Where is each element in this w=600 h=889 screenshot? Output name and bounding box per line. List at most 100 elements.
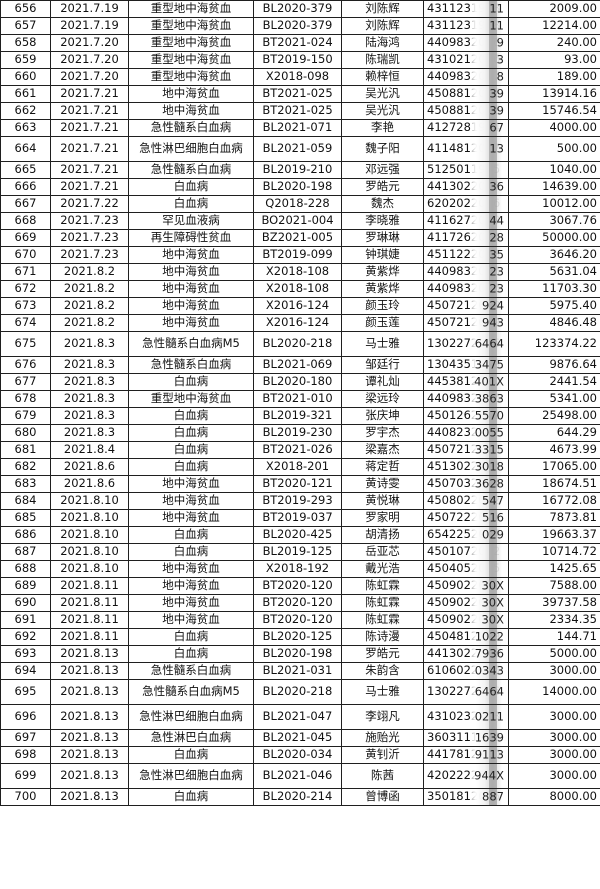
id-tail-digits: 35 xyxy=(489,247,504,262)
patient-name-cell: 蒋定哲 xyxy=(341,458,424,476)
row-number: 679 xyxy=(0,407,51,425)
row-number: 684 xyxy=(0,492,51,510)
id-number-cell: 4507212009 924 xyxy=(423,297,509,315)
row-number: 661 xyxy=(0,85,51,103)
row-number: 689 xyxy=(0,577,51,595)
diagnosis-cell: 白血病 xyxy=(128,178,254,196)
date-cell: 2021.8.11 xyxy=(50,594,129,612)
diagnosis-cell: 白血病 xyxy=(128,373,254,391)
case-code-cell: X2018-201 xyxy=(253,458,342,476)
table-body: 656 2021.7.19 重型地中海贫血 BL2020-379 刘陈辉 43112319… xyxy=(0,0,600,806)
amount-cell: 3000.00 xyxy=(508,763,600,789)
diagnosis-cell: 地中海贫血 xyxy=(128,280,254,298)
id-number-cell: 4117262012 28 xyxy=(423,229,509,247)
diagnosis-cell: 白血病 xyxy=(128,424,254,442)
diagnosis-cell: 地中海贫血 xyxy=(128,297,254,315)
case-code-cell: BL2020-379 xyxy=(253,17,342,35)
amount-cell: 3067.76 xyxy=(508,212,600,230)
patient-name-cell: 李晓雅 xyxy=(341,212,424,230)
case-code-cell: BT2021-024 xyxy=(253,34,342,52)
table-row: 671 2021.8.2 地中海贫血 X2018-108 黄紫烨 4409832016 23… xyxy=(0,263,600,281)
case-code-cell: BL2020-425 xyxy=(253,526,342,544)
date-cell: 2021.8.11 xyxy=(50,628,129,646)
row-number: 697 xyxy=(0,729,51,747)
case-code-cell: BL2020-218 xyxy=(253,331,342,357)
case-code-cell: BT2021-025 xyxy=(253,102,342,120)
amount-cell: 7588.00 xyxy=(508,577,600,595)
id-tail-digits: 029 xyxy=(482,527,504,542)
date-cell: 2021.8.13 xyxy=(50,679,129,705)
row-number: 657 xyxy=(0,17,51,35)
table-row: 667 2021.7.22 白血病 Q2018-228 魏杰 6202022016 1001… xyxy=(0,195,600,213)
id-number-cell: 4508812006 39 xyxy=(423,102,509,120)
diagnosis-cell: 重型地中海贫血 xyxy=(128,51,254,69)
patient-name-cell: 曾博函 xyxy=(341,788,424,806)
table-row: 679 2021.8.3 白血病 BL2019-321 张庆坤 4501262012 557… xyxy=(0,407,600,425)
diagnosis-cell: 急性髓系白血病M5 xyxy=(128,331,254,357)
table-row: 674 2021.8.2 地中海贫血 X2016-124 颜玉莲 4507212009 94… xyxy=(0,314,600,332)
amount-cell: 3000.00 xyxy=(508,704,600,730)
id-number-cell: 4409832016 23 xyxy=(423,280,509,298)
patient-name-cell: 黄紫烨 xyxy=(341,263,424,281)
id-number-cell: 4509022012 30X xyxy=(423,594,509,612)
amount-cell: 93.00 xyxy=(508,51,600,69)
case-code-cell: BT2021-025 xyxy=(253,85,342,103)
case-code-cell: BL2021-071 xyxy=(253,119,342,137)
case-code-cell: BL2021-045 xyxy=(253,729,342,747)
diagnosis-cell: 白血病 xyxy=(128,195,254,213)
id-number-cell: 4501262012 5570 xyxy=(423,407,509,425)
case-code-cell: BL2020-198 xyxy=(253,645,342,663)
diagnosis-cell: 急性淋巴白血病 xyxy=(128,729,254,747)
table-row: 677 2021.8.3 白血病 BL2020-180 谭礼灿 4453812010 401… xyxy=(0,373,600,391)
id-number-cell: 1304351999 3475 xyxy=(423,356,509,374)
patient-name-cell: 罗家明 xyxy=(341,509,424,527)
row-number: 682 xyxy=(0,458,51,476)
table-row: 668 2021.7.23 罕见血液病 BO2021-004 李晓雅 4116272019… xyxy=(0,212,600,230)
redaction-blur xyxy=(470,561,502,577)
amount-cell: 240.00 xyxy=(508,34,600,52)
table-row: 673 2021.8.2 地中海贫血 X2016-124 颜玉玲 4507212009 92… xyxy=(0,297,600,315)
diagnosis-cell: 急性淋巴细胞白血病 xyxy=(128,136,254,162)
case-code-cell: BL2020-180 xyxy=(253,373,342,391)
case-code-cell: BT2020-120 xyxy=(253,577,342,595)
diagnosis-cell: 罕见血液病 xyxy=(128,212,254,230)
amount-cell: 644.29 xyxy=(508,424,600,442)
amount-cell: 500.00 xyxy=(508,136,600,162)
case-code-cell: BL2019-210 xyxy=(253,161,342,179)
table-row: 665 2021.7.21 急性髓系白血病 BL2019-210 邓远强 51250119… xyxy=(0,161,600,179)
patient-name-cell: 马士雅 xyxy=(341,679,424,705)
table-row: 685 2021.8.10 地中海贫血 BT2019-037 罗家明 4507222011… xyxy=(0,509,600,527)
id-tail-digits: 1022 xyxy=(474,629,504,644)
diagnosis-cell: 急性淋巴细胞白血病 xyxy=(128,704,254,730)
id-tail-digits: 30X xyxy=(481,595,504,610)
amount-cell: 189.00 xyxy=(508,68,600,86)
amount-cell: 11703.30 xyxy=(508,280,600,298)
id-tail-digits: 516 xyxy=(482,510,504,525)
amount-cell: 5631.04 xyxy=(508,263,600,281)
diagnosis-cell: 地中海贫血 xyxy=(128,492,254,510)
patient-name-cell: 岳亚芯 xyxy=(341,543,424,561)
id-tail-digits: 9 xyxy=(496,35,504,50)
patient-name-cell: 戴光浩 xyxy=(341,560,424,578)
row-number: 658 xyxy=(0,34,51,52)
case-code-cell: BL2020-218 xyxy=(253,679,342,705)
row-number: 675 xyxy=(0,331,51,357)
id-tail-digits: 3475 xyxy=(474,357,504,372)
table-row: 663 2021.7.21 急性髓系白血病 BL2021-071 李艳 412728198… xyxy=(0,119,600,137)
date-cell: 2021.7.22 xyxy=(50,195,129,213)
id-number-cell: 4409832016 3863 xyxy=(423,390,509,408)
amount-cell: 3000.00 xyxy=(508,729,600,747)
date-cell: 2021.8.3 xyxy=(50,331,129,357)
row-number: 687 xyxy=(0,543,51,561)
date-cell: 2021.8.10 xyxy=(50,560,129,578)
table-row: 664 2021.7.21 急性淋巴细胞白血病 BL2021-059 魏子阳 411481… xyxy=(0,136,600,162)
id-tail-digits: 0211 xyxy=(474,709,504,724)
patient-name-cell: 李翊凡 xyxy=(341,704,424,730)
table-row: 697 2021.8.13 急性淋巴白血病 BL2021-045 施贻光 36031119… xyxy=(0,729,600,747)
table-row: 678 2021.8.3 重型地中海贫血 BT2021-010 梁远玲 440983201… xyxy=(0,390,600,408)
patient-name-cell: 陈瑞凯 xyxy=(341,51,424,69)
row-number: 680 xyxy=(0,424,51,442)
row-number: 656 xyxy=(0,0,51,18)
table-row: 684 2021.8.10 地中海贫血 BT2019-293 黄悦琳 4508022012… xyxy=(0,492,600,510)
id-tail-digits: 11 xyxy=(489,1,504,16)
